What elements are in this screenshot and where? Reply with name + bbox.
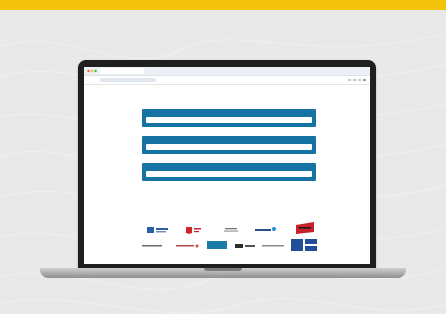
logo-4 [255,227,276,231]
logo-3 [224,228,238,232]
browser-toolbar-icons[interactable] [348,78,366,82]
browser-tab-strip [84,67,370,76]
logo-11 [291,239,317,251]
background-card [0,10,446,314]
logo-8 [207,241,227,249]
window-controls-icon[interactable] [87,69,97,73]
logo-10 [262,245,284,247]
accent-bar [0,0,446,10]
laptop-screen [84,67,370,264]
logo-2 [186,227,201,234]
url-field[interactable] [100,78,156,82]
input-field-2[interactable] [146,144,312,150]
form-panel-3 [142,163,316,181]
logo-9 [235,244,255,248]
address-bar[interactable] [84,76,370,85]
input-field-1[interactable] [146,117,312,123]
form-panel-2 [142,136,316,154]
logo-1 [147,227,168,233]
laptop-lid [78,60,376,270]
input-field-3[interactable] [146,171,312,177]
form-panel-1 [142,109,316,127]
browser-tab[interactable] [100,68,144,74]
laptop-notch [204,268,242,271]
logo-7 [176,244,199,248]
laptop-base [40,268,406,278]
logo-5 [296,222,314,234]
logo-6 [142,245,162,247]
